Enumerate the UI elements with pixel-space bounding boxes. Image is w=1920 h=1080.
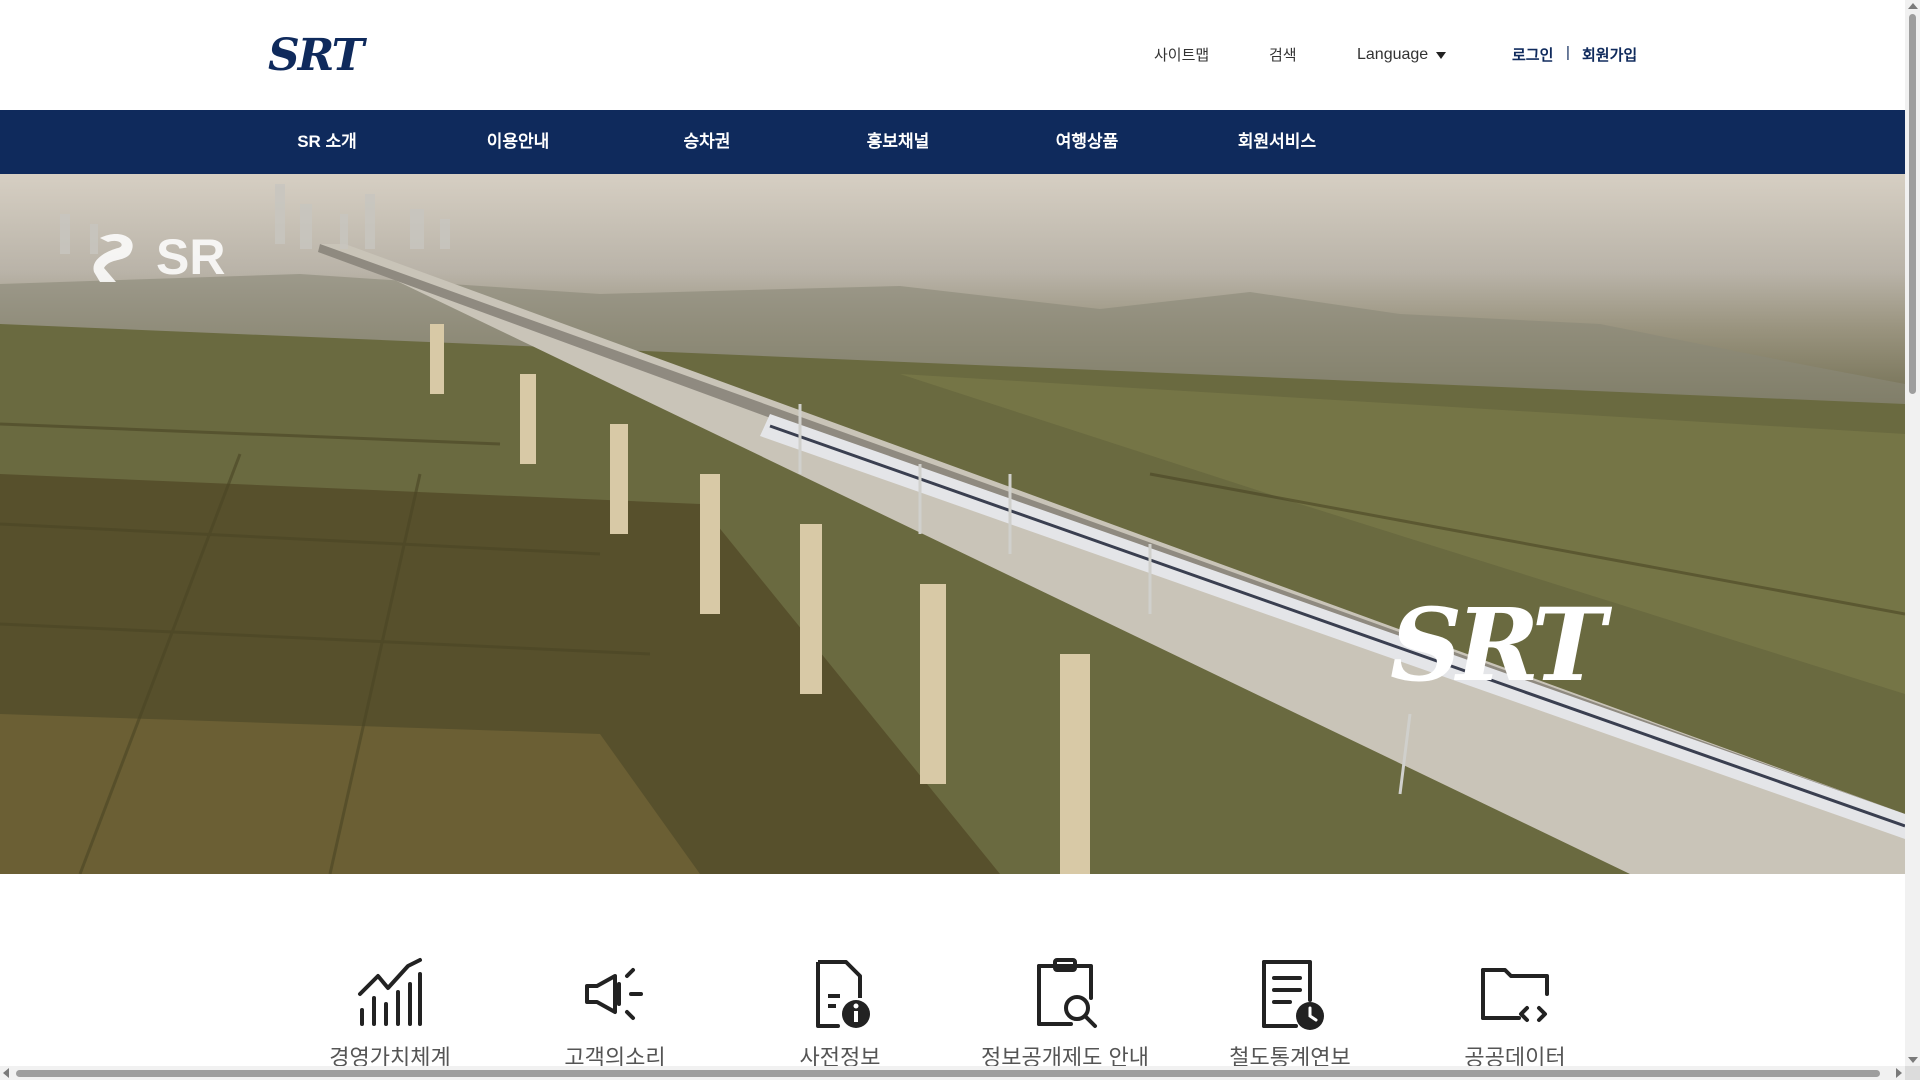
quick-item-management-values[interactable]: 경영가치체계: [290, 954, 490, 1072]
nav-sr-intro[interactable]: SR 소개: [252, 110, 402, 174]
vertical-scroll-thumb[interactable]: [1909, 14, 1916, 394]
document-info-icon: [816, 960, 870, 1028]
folder-code-icon: [1481, 968, 1549, 1022]
language-select[interactable]: Language: [1357, 46, 1447, 64]
nav-tickets[interactable]: 승차권: [632, 110, 782, 174]
sr-watermark-text: SR: [156, 229, 226, 285]
srt-hero-logo-mark: SRT: [1390, 586, 1619, 704]
quick-menu: 경영가치체계 고객의소리 사전정보 정보공개제도 안내 철도통계연보 공공데이터: [0, 874, 1905, 1070]
quick-item-customer-voice[interactable]: 고객의소리: [515, 954, 715, 1072]
language-label: Language: [1357, 46, 1429, 63]
caret-down-icon: [1436, 51, 1447, 59]
scrollbar-corner: [1905, 1066, 1920, 1080]
hero-banner: SR SRT: [0, 174, 1905, 874]
quick-item-prior-info[interactable]: 사전정보: [740, 954, 940, 1072]
quick-item-public-data[interactable]: 공공데이터: [1415, 954, 1615, 1072]
quick-item-info-disclosure[interactable]: 정보공개제도 안내: [965, 954, 1165, 1072]
srt-logo[interactable]: SRT: [266, 30, 400, 81]
nav-pr-channel[interactable]: 홍보채널: [823, 110, 973, 174]
nav-member-services[interactable]: 회원서비스: [1202, 110, 1352, 174]
horizontal-scrollbar[interactable]: [0, 1066, 1905, 1080]
search-link[interactable]: 검색: [1269, 44, 1297, 65]
svg-text:SRT: SRT: [268, 34, 368, 76]
horizontal-scroll-thumb[interactable]: [16, 1070, 1880, 1077]
scroll-right-icon[interactable]: [1896, 1068, 1902, 1078]
nav-usage-guide[interactable]: 이용안내: [443, 110, 593, 174]
login-link[interactable]: 로그인: [1512, 44, 1553, 65]
sitemap-link[interactable]: 사이트맵: [1154, 44, 1209, 65]
main-navigation: SR 소개 이용안내 승차권 홍보채널 여행상품 회원서비스: [0, 110, 1905, 174]
util-separator: |: [1566, 44, 1570, 61]
chart-growth-icon: [358, 958, 422, 1026]
scroll-down-icon[interactable]: [1908, 1057, 1918, 1063]
site-header: SRT 사이트맵 검색 Language 로그인 | 회원가입: [0, 0, 1905, 110]
srt-logo-mark: SRT: [268, 30, 370, 81]
sr-watermark: SR: [90, 228, 225, 286]
hero-train-image: [0, 184, 1905, 874]
megaphone-icon: [585, 968, 643, 1020]
srt-hero-logo: SRT: [1388, 586, 1708, 704]
nav-travel-products[interactable]: 여행상품: [1012, 110, 1162, 174]
scroll-up-icon[interactable]: [1908, 3, 1918, 9]
clipboard-search-icon: [1037, 958, 1097, 1028]
scroll-left-icon[interactable]: [3, 1068, 9, 1078]
quick-item-railway-statistics[interactable]: 철도통계연보: [1190, 954, 1390, 1072]
sr-symbol-icon: [93, 233, 133, 282]
svg-text:SRT: SRT: [1390, 596, 1613, 696]
join-link[interactable]: 회원가입: [1582, 44, 1637, 65]
vertical-scrollbar[interactable]: [1905, 0, 1920, 1066]
document-clock-icon: [1262, 960, 1324, 1030]
